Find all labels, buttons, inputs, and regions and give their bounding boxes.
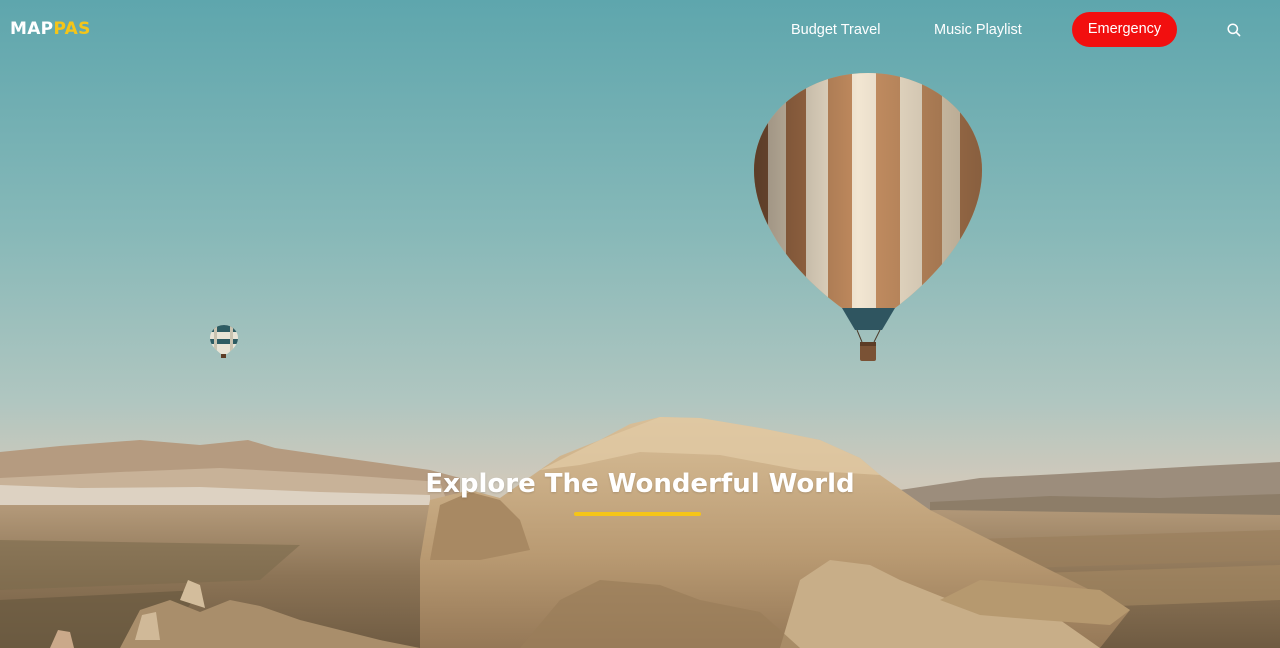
hero-section: MAPPAS Budget Travel Music Playlist Emer… [0,0,1280,648]
hero-title-underline [574,512,701,516]
nav-link-music-playlist[interactable]: Music Playlist [934,21,1022,39]
top-navigation-bar: MAPPAS Budget Travel Music Playlist Emer… [0,0,1280,60]
logo-text-primary: MAP [10,19,54,39]
hero-title: Explore The Wonderful World [425,469,855,499]
emergency-button[interactable]: Emergency [1072,12,1177,47]
mappas-logo[interactable]: MAPPAS [10,19,91,39]
hero-background-image [0,0,1280,648]
search-icon[interactable] [1226,22,1242,38]
nav-link-budget-travel[interactable]: Budget Travel [791,21,880,39]
logo-text-accent: PAS [53,19,91,39]
